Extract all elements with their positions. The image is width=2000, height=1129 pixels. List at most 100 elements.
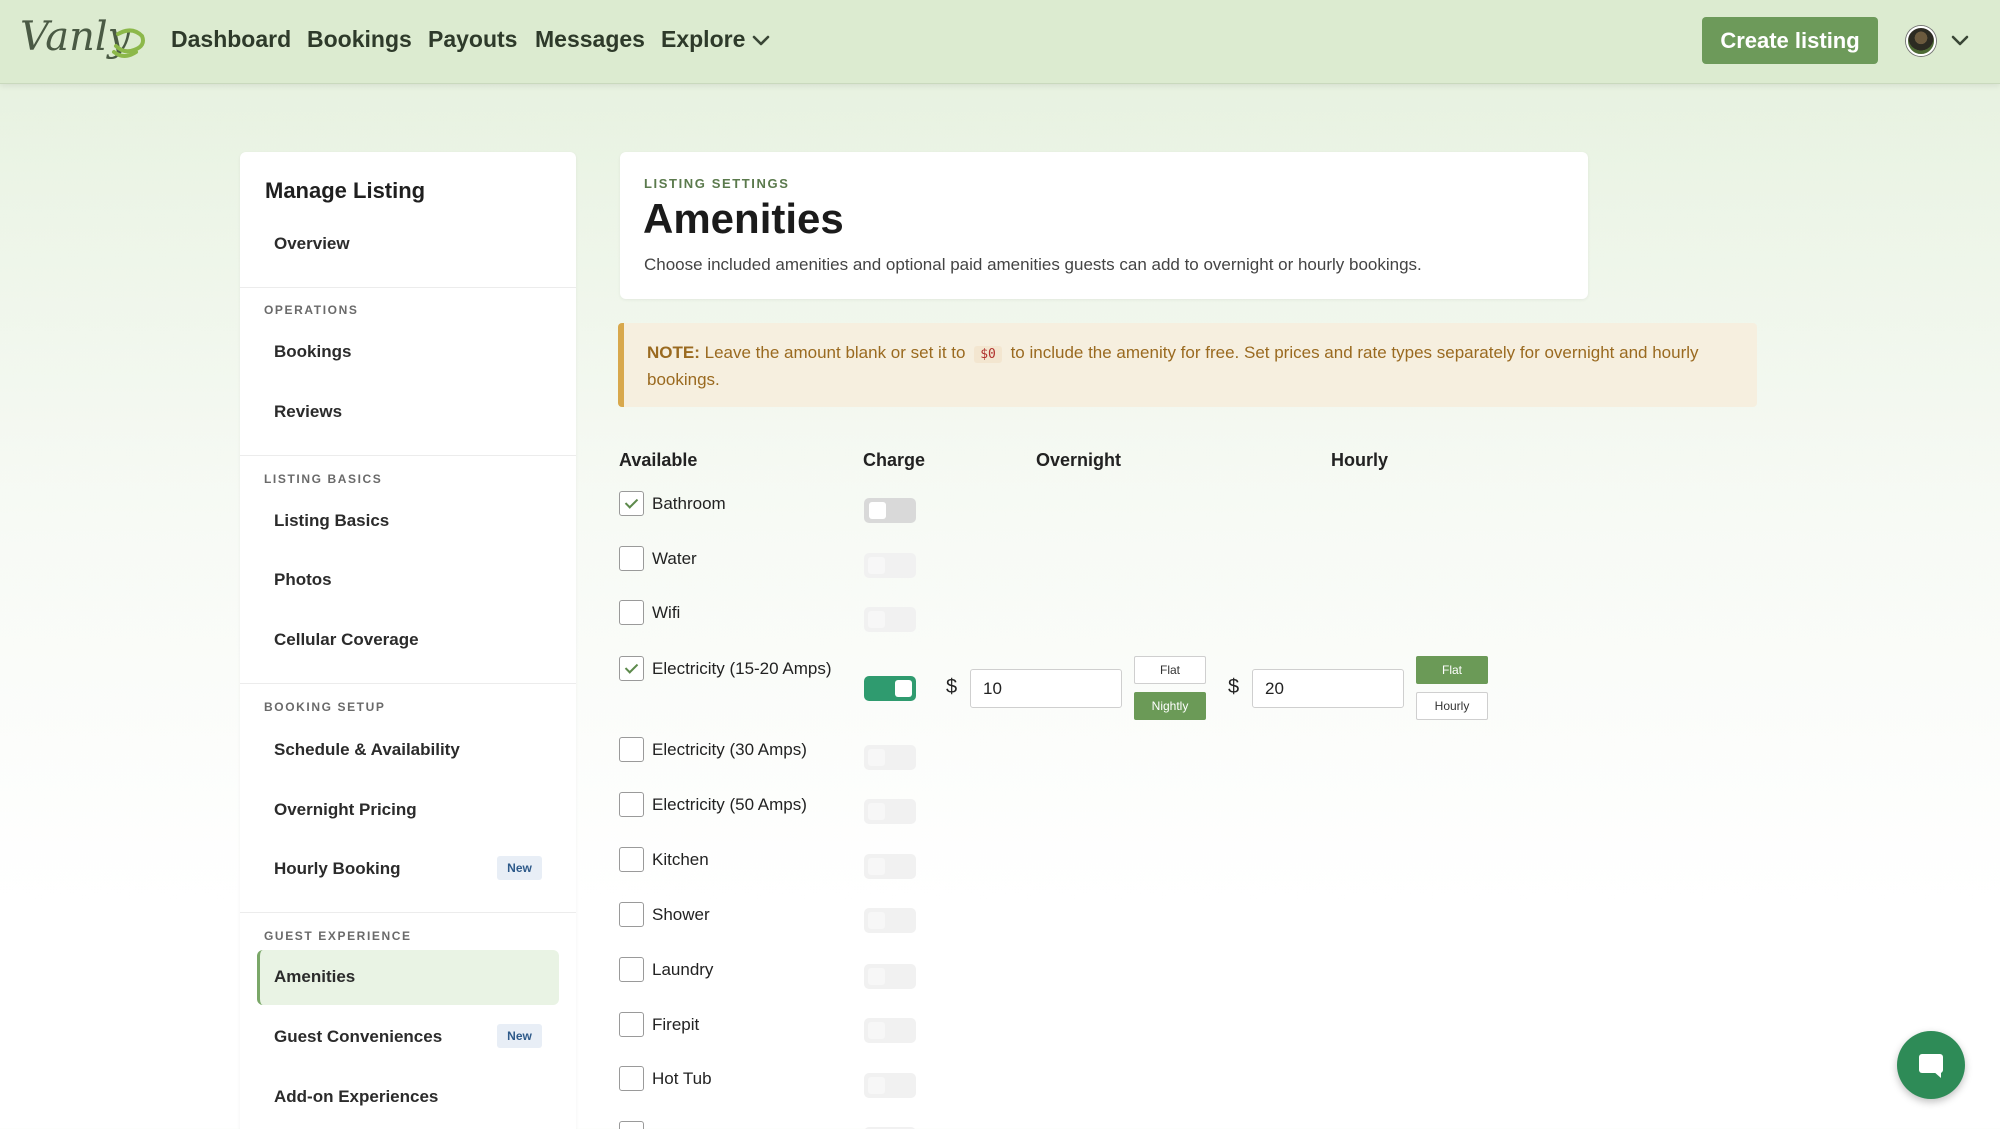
note-label: NOTE: [647, 343, 700, 362]
toggle-knob [869, 502, 886, 519]
nav-bookings[interactable]: Bookings [307, 26, 412, 53]
sidebar-item-photos[interactable]: Photos [274, 570, 332, 590]
nav-explore[interactable]: Explore [661, 26, 745, 53]
sidebar-item-overnight-pricing[interactable]: Overnight Pricing [274, 800, 417, 820]
new-badge: New [497, 1024, 542, 1048]
overnight-rate-nightly-button[interactable]: Nightly [1134, 692, 1206, 720]
page-title: Amenities [643, 195, 844, 242]
toggle-knob [868, 557, 885, 574]
charge-toggle[interactable] [864, 1073, 916, 1098]
page-header-card: LISTING SETTINGS Amenities Choose includ… [620, 152, 1588, 299]
charge-toggle[interactable] [864, 854, 916, 879]
sidebar-item-guest-conveniences[interactable]: Guest Conveniences [274, 1027, 442, 1047]
charge-toggle[interactable] [864, 799, 916, 824]
sidebar-divider [240, 683, 576, 684]
toggle-knob [868, 803, 885, 820]
manage-listing-sidebar: Manage Listing Overview OPERATIONS Booki… [240, 152, 576, 1129]
sidebar-item-reviews[interactable]: Reviews [274, 402, 342, 422]
column-header-overnight: Overnight [1036, 450, 1122, 470]
page-eyebrow: LISTING SETTINGS [644, 176, 790, 191]
charge-toggle[interactable] [864, 607, 916, 632]
sidebar-item-hourly-booking[interactable]: Hourly Booking [274, 859, 401, 879]
top-navigation-bar: Vanly Dashboard Bookings Payouts Message… [0, 0, 2000, 84]
amenity-checkbox[interactable] [619, 546, 644, 571]
amenity-checkbox[interactable] [619, 1066, 644, 1091]
overnight-price-input[interactable]: 10 [970, 669, 1122, 708]
sidebar-section-listing-basics: LISTING BASICS [264, 472, 383, 486]
sidebar-divider [240, 455, 576, 456]
amenity-checkbox[interactable] [619, 1012, 644, 1037]
charge-toggle[interactable] [864, 964, 916, 989]
sidebar-divider [240, 912, 576, 913]
amenity-checkbox[interactable] [619, 792, 644, 817]
amenity-label: Bathroom [652, 494, 726, 513]
column-header-charge: Charge [863, 450, 926, 470]
toggle-knob [868, 858, 885, 875]
overnight-rate-flat-button[interactable]: Flat [1134, 656, 1206, 684]
toggle-knob [868, 1077, 885, 1094]
amenity-checkbox[interactable] [619, 902, 644, 927]
toggle-knob [868, 1022, 885, 1039]
chevron-down-icon[interactable] [751, 34, 771, 48]
nav-payouts[interactable]: Payouts [428, 26, 517, 53]
sidebar-item-amenities[interactable]: Amenities [274, 967, 355, 987]
amenity-checkbox[interactable] [619, 737, 644, 762]
amenity-label: Hot Tub [652, 1069, 712, 1088]
charge-toggle[interactable] [864, 908, 916, 933]
amenity-checkbox[interactable] [619, 1121, 644, 1129]
amenity-checkbox[interactable] [619, 847, 644, 872]
toggle-knob [868, 912, 885, 929]
pricing-note: NOTE: Leave the amount blank or set it t… [618, 323, 1757, 407]
note-text-before: Leave the amount blank or set it to [704, 343, 966, 362]
sidebar-item-bookings[interactable]: Bookings [274, 342, 351, 362]
sidebar-title: Manage Listing [265, 178, 426, 203]
toggle-knob [868, 611, 885, 628]
charge-toggle[interactable] [864, 1018, 916, 1043]
hourly-rate-flat-button[interactable]: Flat [1416, 656, 1488, 684]
hourly-price-input[interactable]: 20 [1252, 669, 1404, 708]
amenity-label: Electricity (15-20 Amps) [652, 659, 832, 678]
sidebar-item-overview[interactable]: Overview [274, 234, 350, 254]
new-badge: New [497, 856, 542, 880]
charge-toggle[interactable] [864, 745, 916, 770]
vanly-logo[interactable]: Vanly [18, 12, 148, 68]
amenity-label: Firepit [652, 1015, 700, 1034]
note-code: $0 [974, 346, 1002, 363]
nav-dashboard[interactable]: Dashboard [171, 26, 291, 53]
sidebar-section-operations: OPERATIONS [264, 303, 359, 317]
toggle-knob [868, 749, 885, 766]
amenity-checkbox[interactable] [619, 656, 644, 681]
sidebar-section-booking-setup: BOOKING SETUP [264, 700, 386, 714]
charge-toggle[interactable] [864, 676, 916, 701]
toggle-knob [868, 968, 885, 985]
amenity-label: Electricity (30 Amps) [652, 740, 807, 759]
hourly-currency: $ [1228, 676, 1240, 698]
amenity-label: Laundry [652, 960, 714, 979]
sidebar-item-add-on-experiences[interactable]: Add-on Experiences [274, 1087, 438, 1107]
sidebar-item-cellular-coverage[interactable]: Cellular Coverage [274, 630, 419, 650]
charge-toggle[interactable] [864, 498, 916, 523]
sidebar-item-schedule-availability[interactable]: Schedule & Availability [274, 740, 460, 760]
create-listing-button[interactable]: Create listing [1702, 17, 1878, 64]
user-avatar[interactable] [1906, 26, 1936, 56]
amenity-label: Shower [652, 905, 710, 924]
page-subtitle: Choose included amenities and optional p… [644, 255, 1422, 274]
chat-button[interactable] [1897, 1031, 1965, 1099]
sidebar-divider [240, 287, 576, 288]
chat-bubble-tail [1933, 1071, 1941, 1078]
amenity-checkbox[interactable] [619, 600, 644, 625]
amenity-checkbox[interactable] [619, 957, 644, 982]
column-header-available: Available [619, 450, 698, 470]
nav-messages[interactable]: Messages [535, 26, 645, 53]
toggle-knob [895, 680, 912, 697]
hourly-rate-hourly-button[interactable]: Hourly [1416, 692, 1488, 720]
amenity-label: Electricity (50 Amps) [652, 795, 807, 814]
amenity-label: Water [652, 549, 697, 568]
chevron-down-icon[interactable] [1950, 34, 1970, 48]
charge-toggle[interactable] [864, 553, 916, 578]
column-header-hourly: Hourly [1331, 450, 1389, 470]
sidebar-section-guest-experience: GUEST EXPERIENCE [264, 929, 412, 943]
amenity-label: Wifi [652, 603, 681, 622]
sidebar-item-listing-basics[interactable]: Listing Basics [274, 511, 389, 531]
amenity-checkbox[interactable] [619, 491, 644, 516]
